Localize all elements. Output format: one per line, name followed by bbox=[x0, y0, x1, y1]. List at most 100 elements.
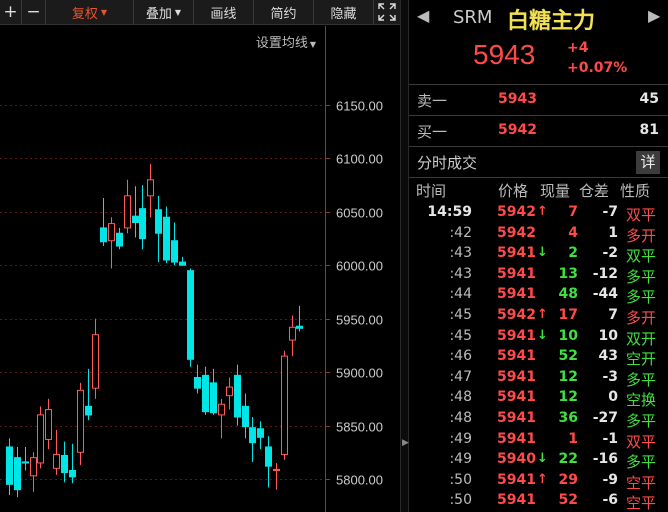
collapse-arrow-icon[interactable]: ▶ bbox=[402, 438, 409, 448]
candle-body bbox=[289, 326, 296, 341]
tick-time: :44 bbox=[449, 286, 472, 303]
candlestick-chart[interactable]: 6150.00 6100.00 6050.00 6000.00 5950.00 5900.… bbox=[0, 0, 400, 512]
symbol-name: 白糖主力 bbox=[507, 9, 596, 34]
tick-price: 5942 bbox=[497, 306, 536, 323]
col-time: 时间 bbox=[416, 182, 447, 200]
tick-nature: 空换 bbox=[625, 391, 656, 410]
tick-time: :49 bbox=[449, 451, 472, 468]
tick-nature: 空平 bbox=[625, 473, 656, 492]
tick-nature: 多平 bbox=[625, 411, 656, 430]
tick-direction-icon: ↑ bbox=[537, 471, 548, 487]
candle-body bbox=[179, 261, 186, 266]
tick-row: :47 5941 12 -3 多平 bbox=[409, 368, 668, 389]
tick-open-interest: -2 bbox=[602, 245, 618, 262]
fullscreen-icon[interactable] bbox=[374, 0, 400, 24]
adjust-dropdown[interactable]: 复权 ▼ bbox=[46, 0, 134, 24]
tick-open-interest: -7 bbox=[602, 204, 618, 220]
symbol-code: SRM bbox=[453, 7, 493, 28]
detail-button[interactable]: 详 bbox=[636, 151, 660, 174]
tick-nature: 双平 bbox=[625, 206, 656, 224]
last-price: 5943 bbox=[473, 39, 536, 70]
prev-symbol-icon[interactable]: ◀ bbox=[417, 6, 429, 25]
tick-volume: 22 bbox=[558, 451, 578, 468]
price-change-percent: +0.07% bbox=[567, 60, 628, 76]
kline-chart-pane[interactable]: 6150.00 6100.00 6050.00 6000.00 5950.00 5900.… bbox=[0, 0, 400, 512]
bid1-volume: 81 bbox=[639, 122, 659, 138]
tick-volume: 10 bbox=[558, 327, 578, 344]
tick-direction-icon: ↑ bbox=[537, 306, 548, 322]
candle-body bbox=[30, 457, 37, 477]
tick-row: 14:59 5942 ↑ 7 -7 双平 bbox=[409, 203, 668, 224]
chevron-down-icon: ▼ bbox=[100, 7, 108, 17]
zoom-in-button[interactable]: + bbox=[0, 0, 22, 24]
tick-nature: 双平 bbox=[625, 432, 656, 451]
candle-body bbox=[139, 208, 146, 240]
tick-nature: 空平 bbox=[625, 494, 656, 512]
candle-body bbox=[249, 427, 256, 444]
tick-open-interest: 1 bbox=[608, 224, 618, 241]
divider bbox=[409, 84, 668, 85]
price-axis-label: 5950.00 bbox=[336, 313, 383, 328]
tick-time: :43 bbox=[449, 245, 472, 262]
bid1-price: 5942 bbox=[498, 122, 537, 138]
price-axis-label: 5800.00 bbox=[336, 473, 383, 488]
time-sales-list[interactable]: 14:59 5942 ↑ 7 -7 双平:42 5942 4 1 多开:43 5941 ↓ 2 -2 双平:… bbox=[409, 203, 668, 512]
tick-volume: 7 bbox=[568, 204, 578, 220]
overlay-dropdown[interactable]: 叠加 ▼ bbox=[134, 0, 194, 24]
symbol-title-row: ◀ SRM 白糖主力 ▶ bbox=[409, 0, 668, 36]
tick-row: :48 5941 36 -27 多平 bbox=[409, 409, 668, 430]
tick-time: :45 bbox=[449, 327, 472, 344]
candle-body bbox=[257, 428, 264, 438]
tick-direction-icon: ↓ bbox=[537, 245, 548, 261]
tick-volume: 1 bbox=[568, 430, 578, 447]
tick-price: 5941 bbox=[497, 430, 536, 447]
tick-row: :43 5941 ↓ 2 -2 双平 bbox=[409, 244, 668, 265]
tick-volume: 17 bbox=[558, 306, 578, 323]
candle-body bbox=[234, 374, 241, 418]
candle-body bbox=[202, 374, 209, 413]
ma-setting-dropdown[interactable]: 设置均线 ▼ bbox=[256, 32, 316, 51]
candle-body bbox=[194, 376, 201, 389]
candle-body bbox=[242, 405, 249, 428]
tick-direction-icon: ↓ bbox=[537, 451, 548, 467]
fullscreen-glyph bbox=[378, 3, 396, 21]
draw-line-button[interactable]: 画线 bbox=[194, 0, 254, 24]
tick-volume: 2 bbox=[568, 245, 578, 262]
tick-time: :43 bbox=[449, 265, 472, 282]
tick-nature: 多开 bbox=[625, 308, 656, 327]
price-axis-label: 6050.00 bbox=[336, 206, 383, 221]
tick-open-interest: 10 bbox=[598, 327, 618, 344]
time-sales-title: 分时成交 bbox=[417, 154, 478, 172]
chevron-down-icon: ▼ bbox=[309, 40, 316, 49]
candle-body bbox=[265, 446, 272, 467]
price-axis-label: 6100.00 bbox=[336, 152, 383, 167]
tick-open-interest: -44 bbox=[592, 286, 618, 303]
candle-body bbox=[22, 461, 29, 464]
candle-body bbox=[77, 389, 84, 453]
tick-time: :46 bbox=[449, 348, 472, 365]
candle-body bbox=[69, 469, 76, 478]
tick-open-interest: -12 bbox=[592, 265, 618, 282]
tick-time: :50 bbox=[449, 471, 472, 488]
tick-nature: 空开 bbox=[625, 350, 656, 369]
tick-open-interest: -1 bbox=[602, 430, 618, 447]
tick-time: :47 bbox=[449, 368, 472, 385]
candle-body bbox=[132, 215, 139, 224]
tick-price: 5942 bbox=[497, 204, 536, 220]
candle-body bbox=[116, 232, 123, 247]
tick-volume: 13 bbox=[558, 265, 578, 282]
tick-volume: 36 bbox=[558, 409, 578, 426]
candle-body bbox=[155, 209, 162, 234]
simple-mode-button[interactable]: 简约 bbox=[254, 0, 314, 24]
candle-body bbox=[61, 454, 68, 474]
tick-volume: 12 bbox=[558, 368, 578, 385]
hide-button[interactable]: 隐藏 bbox=[314, 0, 374, 24]
ask1-label: 卖一 bbox=[417, 92, 448, 110]
tick-direction-icon: ↓ bbox=[537, 327, 548, 343]
candle-body bbox=[147, 179, 154, 197]
divider bbox=[409, 146, 668, 147]
pane-divider[interactable] bbox=[400, 0, 409, 512]
next-symbol-icon[interactable]: ▶ bbox=[648, 6, 660, 25]
zoom-out-button[interactable]: − bbox=[22, 0, 46, 24]
tick-price: 5941 bbox=[497, 389, 536, 406]
